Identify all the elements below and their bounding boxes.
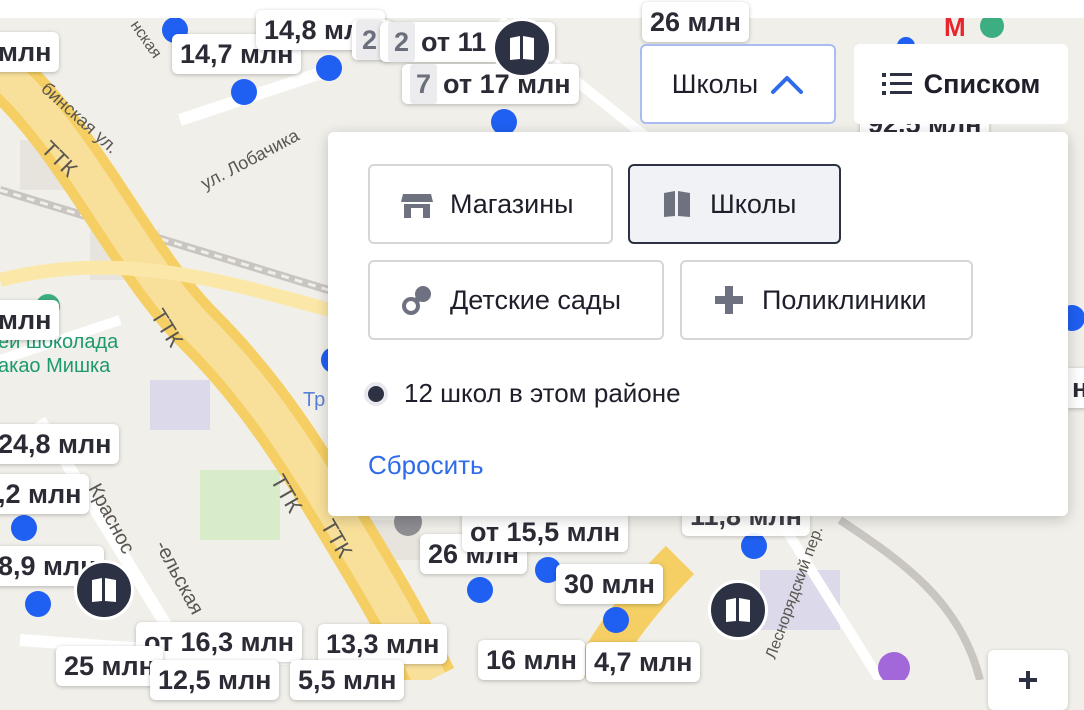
price-tag-text: 16 млн <box>486 645 577 675</box>
list-icon <box>881 73 912 95</box>
price-tag-text: 30 млн <box>564 569 655 599</box>
price-tag[interactable]: млн <box>0 32 60 72</box>
price-tag[interactable]: 24,8 млн <box>0 424 120 464</box>
place-label-kakao-mishka: акао Мишка <box>0 355 111 377</box>
price-tag-text: 5,5 млн <box>298 665 397 695</box>
price-tag[interactable]: от 15,5 млн <box>462 512 629 552</box>
top-strip <box>0 0 1084 18</box>
listing-dot[interactable] <box>316 55 342 81</box>
zoom-in-button[interactable] <box>988 650 1068 710</box>
price-tag-text: 26 млн <box>650 7 741 37</box>
price-tag-text: 4,7 млн <box>594 647 693 677</box>
chip-schools-label: Школы <box>710 188 797 219</box>
schools-filter-label: Школы <box>671 68 759 99</box>
price-tag[interactable]: 30 млн <box>556 564 663 604</box>
chip-clinics-label: Поликлиники <box>762 284 927 315</box>
chip-schools[interactable]: Школы <box>628 164 841 244</box>
price-tag[interactable]: 26 млн <box>642 2 749 42</box>
infrastructure-panel: Магазины Школы Детские сады Поликлиники … <box>328 132 1068 516</box>
listing-dot[interactable] <box>231 79 257 105</box>
listing-dot[interactable] <box>603 607 629 633</box>
price-tag-text: ,2 млн <box>0 479 82 509</box>
listing-dot[interactable] <box>741 533 767 559</box>
price-tag-text: 12,5 млн <box>158 665 272 695</box>
price-tag-text: млн <box>0 305 52 335</box>
school-marker[interactable] <box>74 560 134 620</box>
book-icon <box>660 187 694 221</box>
price-tag[interactable]: млн <box>0 300 60 340</box>
reset-link[interactable]: Сбросить <box>368 450 484 481</box>
shop-icon <box>400 187 434 221</box>
list-view-button[interactable]: Списком <box>854 44 1068 124</box>
price-tag-text: 25 млн <box>64 651 155 681</box>
chevron-up-icon <box>771 76 804 94</box>
price-tag[interactable]: 13,3 млн <box>318 624 448 664</box>
chip-kindergartens-label: Детские сады <box>450 284 622 315</box>
price-tag[interactable]: 5,5 млн <box>290 660 405 700</box>
place-label-cropped: Тр <box>303 389 325 411</box>
listing-dot[interactable] <box>467 577 493 603</box>
chip-shops-label: Магазины <box>450 188 574 219</box>
pacifier-icon <box>400 283 434 317</box>
schools-count-text: 12 школ в этом районе <box>404 378 681 408</box>
chip-kindergartens[interactable]: Детские сады <box>368 260 664 340</box>
price-tag[interactable]: 12,5 млн <box>150 660 280 700</box>
price-tag[interactable]: 4,7 млн <box>586 642 701 682</box>
chip-shops[interactable]: Магазины <box>368 164 613 244</box>
price-tag-text: от 16,3 млн <box>144 627 295 657</box>
book-icon <box>726 598 750 622</box>
book-icon <box>92 578 116 602</box>
listing-dot[interactable] <box>25 591 51 617</box>
price-tag-count: 2 <box>388 22 416 62</box>
price-tag-text: от 15,5 млн <box>470 517 621 547</box>
list-view-label: Списком <box>923 68 1041 99</box>
listing-dot[interactable] <box>11 515 37 541</box>
bullet-icon <box>368 385 384 402</box>
price-tag[interactable]: ,2 млн <box>0 474 90 514</box>
price-tag[interactable]: 16 млн <box>478 640 585 680</box>
schools-count-info: 12 школ в этом районе <box>368 378 681 409</box>
schools-filter-button[interactable]: Школы <box>640 44 836 124</box>
price-tag-text: 13,3 млн <box>326 629 440 659</box>
price-tag-count: 7 <box>410 64 438 104</box>
price-tag-count: 2 <box>356 20 384 60</box>
chip-clinics[interactable]: Поликлиники <box>680 260 973 340</box>
plus-icon <box>712 283 746 317</box>
plus-icon <box>1019 671 1037 689</box>
price-tag-text: млн <box>0 37 52 67</box>
school-marker[interactable] <box>492 18 552 78</box>
book-icon <box>510 36 534 60</box>
price-tag-text: 24,8 млн <box>0 429 112 459</box>
price-tag-group[interactable]: 7 от 17 млн <box>402 64 579 104</box>
price-tag[interactable]: 25 млн <box>56 646 163 686</box>
price-tag-text: н <box>1072 373 1084 403</box>
school-marker[interactable] <box>708 580 768 640</box>
